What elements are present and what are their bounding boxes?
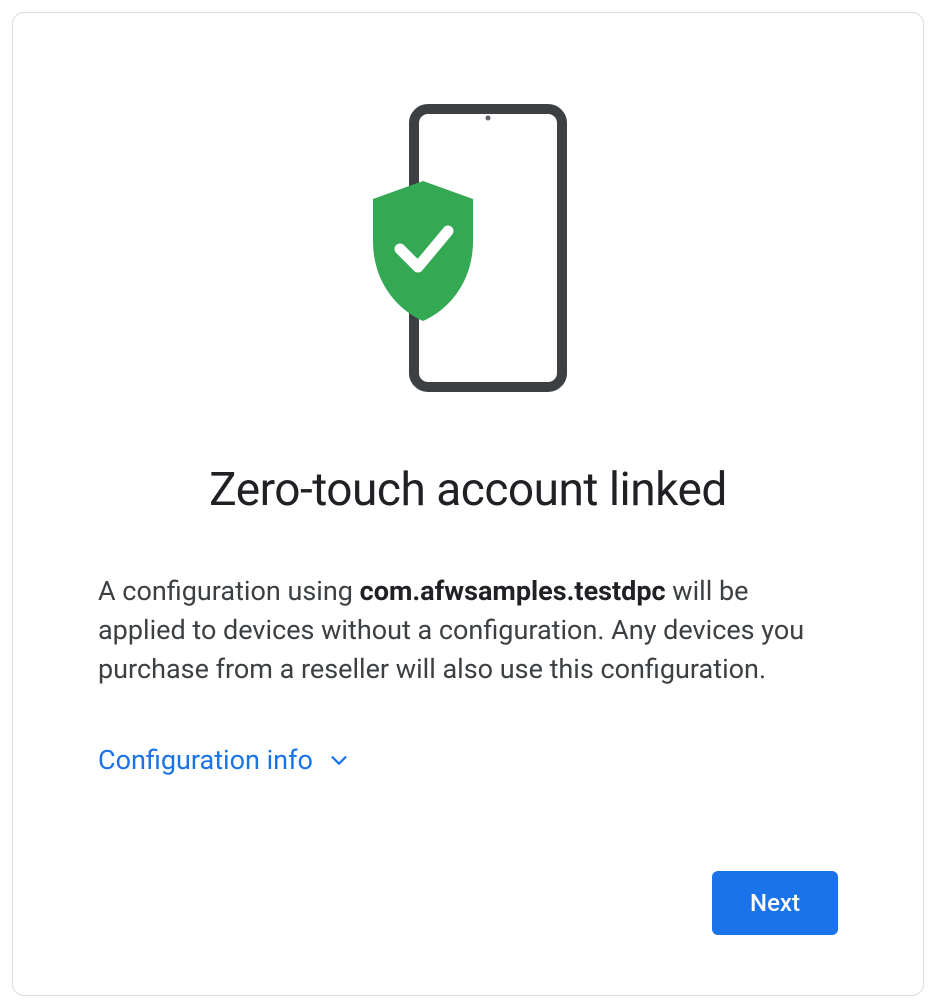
description-text: A configuration using com.afwsamples.tes… — [98, 572, 838, 689]
next-button[interactable]: Next — [712, 871, 838, 935]
chevron-down-icon — [327, 748, 351, 772]
configuration-info-toggle[interactable]: Configuration info — [98, 744, 838, 776]
description-prefix: A configuration using — [98, 575, 360, 607]
illustration-container — [98, 103, 838, 393]
dialog-card: Zero-touch account linked A configuratio… — [12, 12, 924, 996]
dialog-footer: Next — [98, 831, 838, 935]
phone-shield-icon — [368, 103, 568, 393]
configuration-info-label: Configuration info — [98, 744, 313, 776]
page-title: Zero-touch account linked — [98, 463, 838, 517]
package-name: com.afwsamples.testdpc — [360, 575, 666, 607]
